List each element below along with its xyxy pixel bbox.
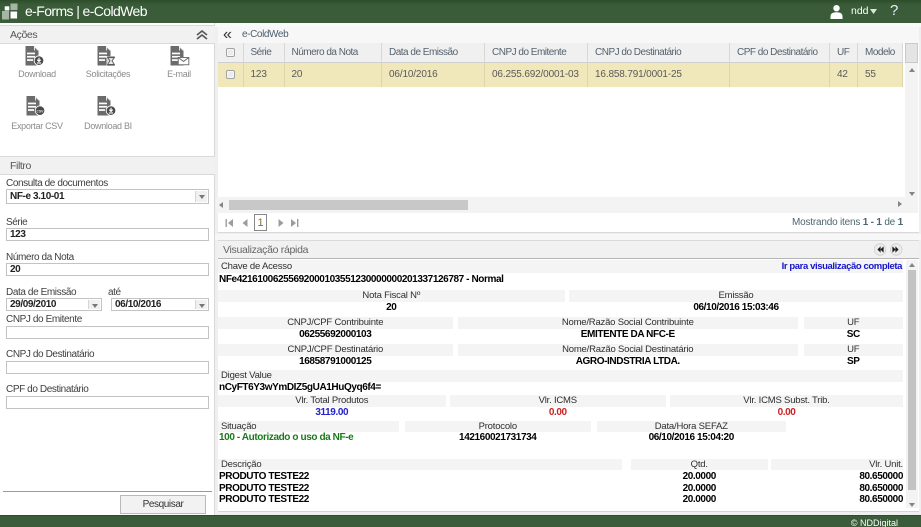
svg-text:csv: csv: [37, 108, 45, 113]
